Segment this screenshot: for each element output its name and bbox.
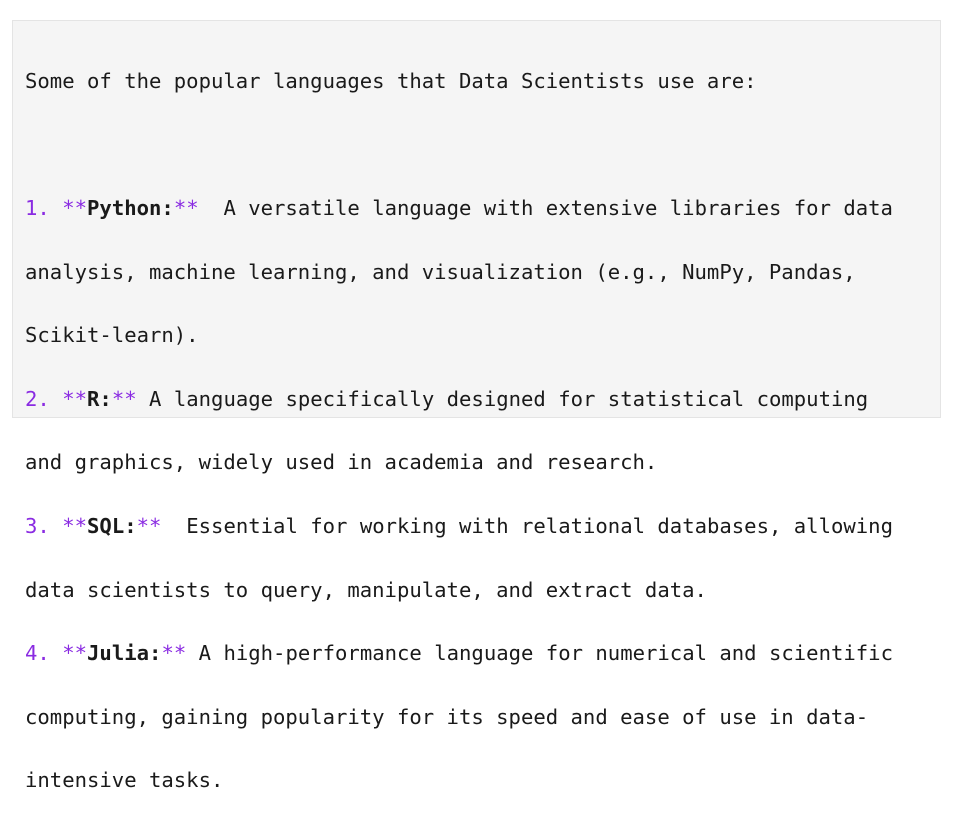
language-name: Python:	[87, 195, 174, 220]
bold-open-marker: **	[62, 513, 88, 538]
bold-open-marker: **	[62, 386, 88, 411]
intro-line: Some of the popular languages that Data …	[25, 68, 757, 93]
bold-close-marker: **	[161, 641, 187, 666]
list-marker: 1.	[25, 195, 50, 220]
description-continuation: intensive tasks.	[25, 768, 224, 793]
description-text: A high-performance language for numerica…	[186, 641, 893, 666]
list-marker: 2.	[25, 386, 50, 411]
description-continuation: and graphics, widely used in academia an…	[25, 450, 658, 475]
bold-close-marker: **	[111, 386, 137, 411]
bold-open-marker: **	[62, 195, 88, 220]
description-continuation: data scientists to query, manipulate, an…	[25, 577, 707, 602]
list-item-r: 2. **R:** A language specifically design…	[25, 384, 940, 416]
description-text: A versatile language with extensive libr…	[198, 195, 893, 220]
list-item-sql: 3. **SQL:** Essential for working with r…	[25, 511, 940, 543]
language-name: SQL:	[87, 513, 137, 538]
list-marker: 4.	[25, 641, 50, 666]
description-continuation: computing, gaining popularity for its sp…	[25, 704, 869, 729]
list-item-python: 1. **Python:** A versatile language with…	[25, 193, 940, 225]
description-text: Essential for working with relational da…	[161, 513, 893, 538]
list-item-julia: 4. **Julia:** A high-performance languag…	[25, 638, 940, 670]
code-block: Some of the popular languages that Data …	[12, 20, 941, 792]
description-text: A language specifically designed for sta…	[136, 386, 869, 411]
list-marker: 3.	[25, 513, 50, 538]
bold-open-marker: **	[62, 641, 88, 666]
bold-close-marker: **	[136, 513, 162, 538]
description-continuation: analysis, machine learning, and visualiz…	[25, 259, 856, 284]
language-name: Julia:	[87, 641, 162, 666]
bold-close-marker: **	[173, 195, 199, 220]
language-name: R:	[87, 386, 112, 411]
description-continuation: Scikit-learn).	[25, 323, 199, 348]
